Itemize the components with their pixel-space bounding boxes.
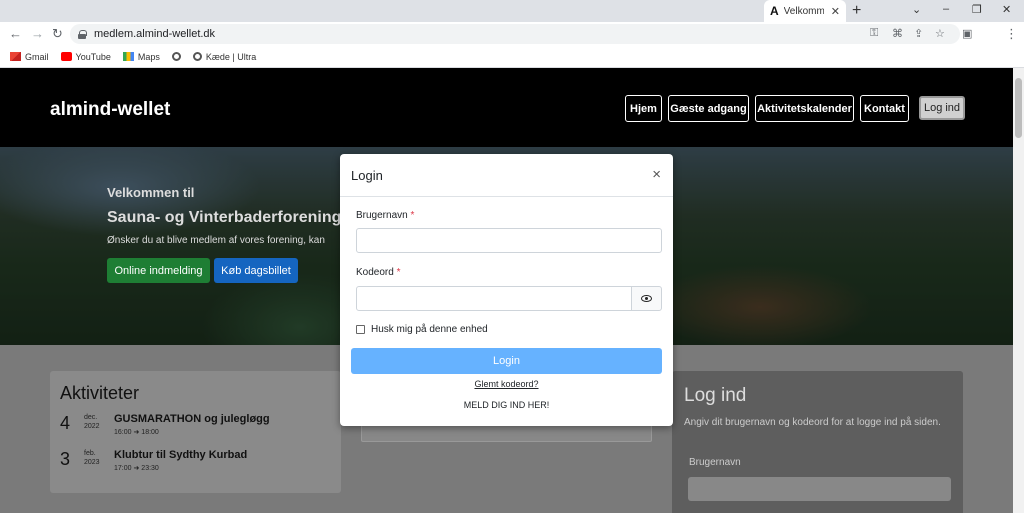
signup-link[interactable]: MELD DIG IND HER! — [340, 400, 673, 410]
page-scrollbar[interactable] — [1013, 68, 1024, 513]
remember-me-checkbox[interactable] — [356, 325, 365, 334]
eye-icon — [641, 295, 652, 302]
login-panel-title: Log ind — [684, 385, 747, 406]
username-label: Brugernavn * — [356, 210, 415, 221]
show-password-button[interactable] — [631, 286, 662, 311]
modal-title: Login — [351, 168, 383, 183]
bookmark-maps[interactable]: Maps — [122, 51, 160, 62]
remember-me-label: Husk mig på denne enhed — [371, 324, 488, 335]
activity-name[interactable]: Klubtur til Sydthy Kurbad — [114, 449, 247, 461]
activities-title: Aktiviteter — [60, 383, 140, 403]
login-modal: Login × Brugernavn * Kodeord * Husk mig … — [340, 154, 673, 426]
minimize-icon[interactable]: – — [943, 3, 949, 15]
username-input[interactable] — [356, 228, 662, 253]
tab-search-icon[interactable]: ⌄ — [912, 3, 921, 16]
bookmark-label: YouTube — [75, 51, 111, 62]
bookmark-star-icon[interactable]: ☆ — [935, 27, 945, 40]
globe-icon — [192, 52, 202, 61]
modal-header: Login × — [340, 154, 673, 197]
tab-title: Velkommen — [783, 5, 824, 17]
bookmark-label: Kæde | Ultra — [205, 51, 257, 62]
tab-close-icon[interactable]: ✕ — [831, 5, 840, 18]
hero-title: Sauna- og Vinterbaderforening — [107, 209, 342, 226]
key-icon[interactable]: ⚿ — [870, 27, 878, 40]
bookmark-youtube[interactable]: YouTube — [60, 51, 111, 62]
web-page: almind-wellet Hjem Gæste adgang Aktivite… — [0, 68, 1024, 513]
bookmark-label: Gmail — [25, 51, 49, 62]
url-text[interactable]: medlem.almind-wellet.dk — [94, 28, 215, 40]
hero-subtitle: Ønsker du at blive medlem af vores foren… — [107, 235, 325, 246]
back-icon[interactable]: ← — [9, 26, 22, 41]
hero-welcome: Velkommen til — [107, 185, 195, 200]
close-icon[interactable]: × — [652, 166, 661, 183]
globe-icon — [171, 52, 181, 61]
youtube-icon — [60, 52, 72, 61]
login-panel-username-input[interactable] — [688, 477, 951, 501]
tab-favicon-icon: A — [770, 4, 779, 18]
bookmark-globe[interactable] — [171, 52, 181, 61]
restore-icon[interactable]: ❐ — [972, 3, 982, 16]
extension-icon[interactable]: ▣ — [962, 27, 972, 40]
password-input[interactable] — [356, 286, 632, 311]
login-panel-username-label: Brugernavn — [689, 457, 741, 468]
nav-hjem[interactable]: Hjem — [625, 95, 662, 122]
activity-date: dec. 2022 — [84, 414, 100, 430]
site-brand[interactable]: almind-wellet — [50, 99, 170, 121]
nav-log-ind[interactable]: Log ind — [919, 96, 965, 120]
scrollbar-thumb[interactable] — [1015, 78, 1022, 138]
online-signup-button[interactable]: Online indmelding — [107, 258, 210, 283]
share-icon[interactable]: ⇪ — [914, 27, 923, 40]
activity-day: 4 — [60, 413, 71, 433]
password-field — [356, 286, 662, 311]
lock-icon[interactable] — [78, 29, 87, 39]
browser-toolbar: ← → ↻ medlem.almind-wellet.dk ⚿ ⌘ ⇪ ☆ ▣ … — [0, 22, 1024, 46]
tab-strip: A Velkommen ✕ + ⌄ – ❐ ✕ — [0, 0, 1024, 22]
remember-me[interactable]: Husk mig på denne enhed — [356, 324, 488, 335]
nav-kontakt[interactable]: Kontakt — [860, 95, 909, 122]
reload-icon[interactable]: ↻ — [52, 26, 63, 42]
new-tab-button[interactable]: + — [852, 2, 861, 20]
translate-icon[interactable]: ⌘ — [892, 27, 903, 40]
login-panel-description: Angiv dit brugernavn og kodeord for at l… — [684, 417, 941, 428]
window-close-icon[interactable]: ✕ — [1002, 3, 1011, 16]
activity-name[interactable]: GUSMARATHON og julegløgg — [114, 413, 270, 425]
password-label: Kodeord * — [356, 267, 401, 278]
forward-icon[interactable]: → — [31, 26, 44, 41]
bookmark-gmail[interactable]: Gmail — [10, 52, 49, 62]
bookmark-label: Maps — [137, 51, 160, 62]
login-sidebar-panel: Log ind Angiv dit brugernavn og kodeord … — [672, 371, 963, 513]
nav-aktivitetskalender[interactable]: Aktivitetskalender — [755, 95, 854, 122]
bookmark-kaede-ultra[interactable]: Kæde | Ultra — [192, 51, 257, 62]
activity-day: 3 — [60, 449, 71, 469]
browser-tab[interactable]: A Velkommen ✕ — [764, 0, 846, 22]
activity-time: 17:00 ➜ 23:30 — [114, 465, 159, 472]
gmail-icon — [10, 52, 21, 61]
maps-icon — [122, 52, 134, 61]
activity-date: feb. 2023 — [84, 450, 100, 466]
address-bar[interactable]: medlem.almind-wellet.dk ⚿ ⌘ ⇪ ☆ — [70, 24, 960, 44]
buy-day-ticket-button[interactable]: Køb dagsbillet — [214, 258, 298, 283]
activities-panel: Aktiviteter 4 dec. 2022 GUSMARATHON og ju… — [50, 371, 341, 493]
nav-gaeste-adgang[interactable]: Gæste adgang — [668, 95, 749, 122]
browser-menu-icon[interactable]: ⋮ — [1005, 26, 1018, 42]
bookmarks-bar: Gmail YouTube Maps Kæde | Ultra — [0, 46, 1024, 68]
activity-time: 16:00 ➜ 18:00 — [114, 429, 159, 436]
forgot-password-link[interactable]: Glemt kodeord? — [340, 379, 673, 389]
login-button[interactable]: Login — [351, 348, 662, 374]
site-header: almind-wellet Hjem Gæste adgang Aktivite… — [0, 68, 1013, 147]
